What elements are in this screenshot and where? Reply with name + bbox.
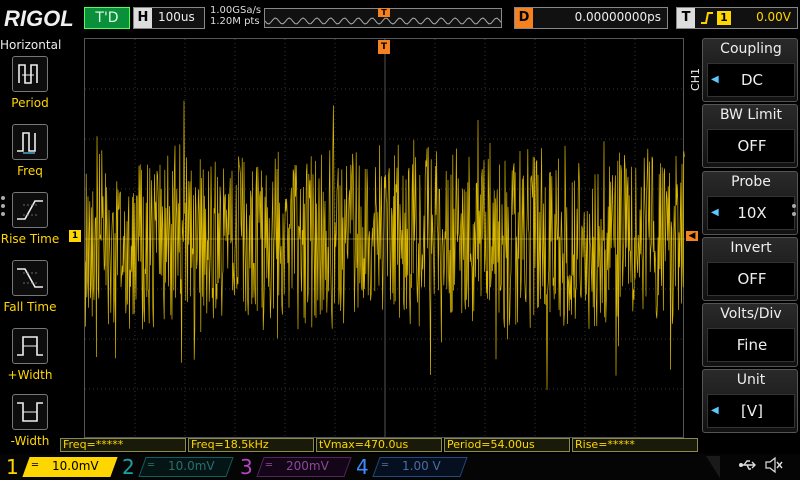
- invert-value: OFF: [737, 270, 767, 288]
- trigger-position-mini-marker: T: [378, 8, 390, 17]
- measurement-item[interactable]: Rise=*****: [572, 438, 698, 452]
- timebase-value: 100us: [158, 10, 195, 24]
- unit-softkey[interactable]: Unit ◀ [V]: [702, 369, 798, 433]
- trigger-level-value: 0.00V: [756, 10, 791, 24]
- rising-edge-icon: [700, 9, 714, 31]
- fall-time-icon: [12, 260, 48, 296]
- bw-limit-value: OFF: [737, 137, 767, 155]
- volts-div-softkey[interactable]: Volts/Div Fine: [702, 303, 798, 367]
- channel-4-number: 4: [356, 455, 369, 479]
- dc-coupling-icon: ═: [266, 460, 273, 471]
- horizontal-timebase-box[interactable]: H 100us: [133, 7, 205, 29]
- freq-icon: [12, 124, 48, 160]
- measure-freq-label: Freq: [17, 164, 43, 178]
- memory-waveform-overview: T: [264, 8, 502, 28]
- acquisition-info: 1.00GSa/s 1.20M pts: [210, 5, 261, 27]
- delay-key: D: [515, 8, 533, 28]
- channel-1-scale: 10.0mV: [52, 459, 99, 473]
- period-icon: [12, 56, 48, 92]
- neg-width-icon: [12, 394, 48, 430]
- measure-fall-time-label: Fall Time: [3, 300, 57, 314]
- mute-icon[interactable]: [764, 456, 784, 474]
- channel-1-button[interactable]: 1 ═ 10.0mV: [0, 456, 118, 478]
- trigger-level-marker[interactable]: ◀: [686, 231, 698, 241]
- measurement-item[interactable]: Freq=*****: [60, 438, 186, 452]
- pos-width-icon: [12, 328, 48, 364]
- unit-label: Unit: [736, 372, 766, 388]
- channel-3-scale: 200mV: [286, 459, 329, 473]
- channel-4-button[interactable]: 4 ═ 1.00 V: [350, 456, 468, 478]
- top-status-bar: RIGOL T'D H 100us 1.00GSa/s 1.20M pts T …: [0, 0, 800, 36]
- memory-depth: 1.20M pts: [210, 16, 260, 27]
- coupling-value: DC: [740, 71, 764, 89]
- graticule-and-trace: [85, 39, 685, 439]
- dc-coupling-icon: ═: [32, 460, 39, 471]
- unit-value: [V]: [741, 402, 763, 420]
- measure-fall-time[interactable]: Fall Time: [0, 260, 60, 324]
- measure-rise-time[interactable]: Rise Time: [0, 192, 60, 256]
- trigger-source: 1: [717, 11, 731, 25]
- run-state-indicator[interactable]: T'D: [84, 7, 130, 29]
- measure-pos-width-label: +Width: [7, 368, 53, 382]
- delay-box[interactable]: D 0.00000000ps: [514, 7, 668, 29]
- sample-rate: 1.00GSa/s: [210, 5, 262, 16]
- measure-pos-width[interactable]: +Width: [0, 328, 60, 392]
- right-page-dots: [792, 204, 796, 220]
- usb-icon: [738, 457, 758, 475]
- volts-div-label: Volts/Div: [720, 306, 782, 322]
- channel-2-number: 2: [122, 455, 135, 479]
- channel-4-scale: 1.00 V: [402, 459, 441, 473]
- rise-time-icon: [12, 192, 48, 228]
- horizontal-key: H: [134, 8, 152, 28]
- left-panel-title: Horizontal: [0, 38, 62, 52]
- trigger-position-marker[interactable]: T: [378, 40, 390, 54]
- channel-1-number: 1: [6, 455, 19, 479]
- channel-2-button[interactable]: 2 ═ 10.0mV: [116, 456, 234, 478]
- measure-neg-width[interactable]: -Width: [0, 394, 60, 458]
- invert-label: Invert: [730, 240, 772, 256]
- probe-value: 10X: [737, 204, 767, 222]
- measure-period-label: Period: [11, 96, 49, 110]
- probe-softkey[interactable]: Probe ◀ 10X: [702, 171, 798, 235]
- measure-rise-time-label: Rise Time: [0, 232, 60, 246]
- bw-limit-softkey[interactable]: BW Limit OFF: [702, 104, 798, 168]
- measurement-item[interactable]: tVmax=470.0us: [316, 438, 442, 452]
- delay-value: 0.00000000ps: [574, 10, 661, 24]
- trigger-key: T: [677, 8, 695, 28]
- measure-neg-width-label: -Width: [10, 434, 50, 448]
- channel-status-bar: 1 ═ 10.0mV 2 ═ 10.0mV 3 ═ 200mV 4 ═ 1.00…: [0, 454, 800, 480]
- brand-logo: RIGOL: [4, 6, 74, 31]
- bw-limit-label: BW Limit: [719, 107, 783, 123]
- measure-period[interactable]: Period: [0, 56, 60, 120]
- measurement-item[interactable]: Freq=18.5kHz: [188, 438, 314, 452]
- channel-3-button[interactable]: 3 ═ 200mV: [234, 456, 352, 478]
- measurement-results-row: Freq=***** Freq=18.5kHz tVmax=470.0us Pe…: [60, 438, 700, 452]
- channel-menu-tag: CH1: [689, 68, 702, 91]
- horizontal-measure-panel: Horizontal Period Freq Rise Time Fall Ti…: [0, 36, 62, 454]
- trigger-box[interactable]: T 1 0.00V: [676, 7, 798, 29]
- coupling-label: Coupling: [720, 41, 782, 57]
- waveform-display[interactable]: [84, 38, 685, 439]
- volts-div-value: Fine: [736, 336, 768, 354]
- coupling-softkey[interactable]: Coupling ◀ DC: [702, 38, 798, 102]
- ch1-offset-marker[interactable]: 1: [69, 230, 81, 242]
- measure-freq[interactable]: Freq: [0, 124, 60, 188]
- measurement-item[interactable]: Period=54.00us: [444, 438, 570, 452]
- channel-settings-menu: Coupling ◀ DC BW Limit OFF Probe ◀ 10X Inv…: [702, 38, 798, 434]
- dc-coupling-icon: ═: [148, 460, 155, 471]
- channel-3-number: 3: [240, 455, 253, 479]
- dc-coupling-icon: ═: [382, 460, 389, 471]
- invert-softkey[interactable]: Invert OFF: [702, 237, 798, 301]
- channel-2-scale: 10.0mV: [168, 459, 215, 473]
- probe-label: Probe: [731, 174, 771, 190]
